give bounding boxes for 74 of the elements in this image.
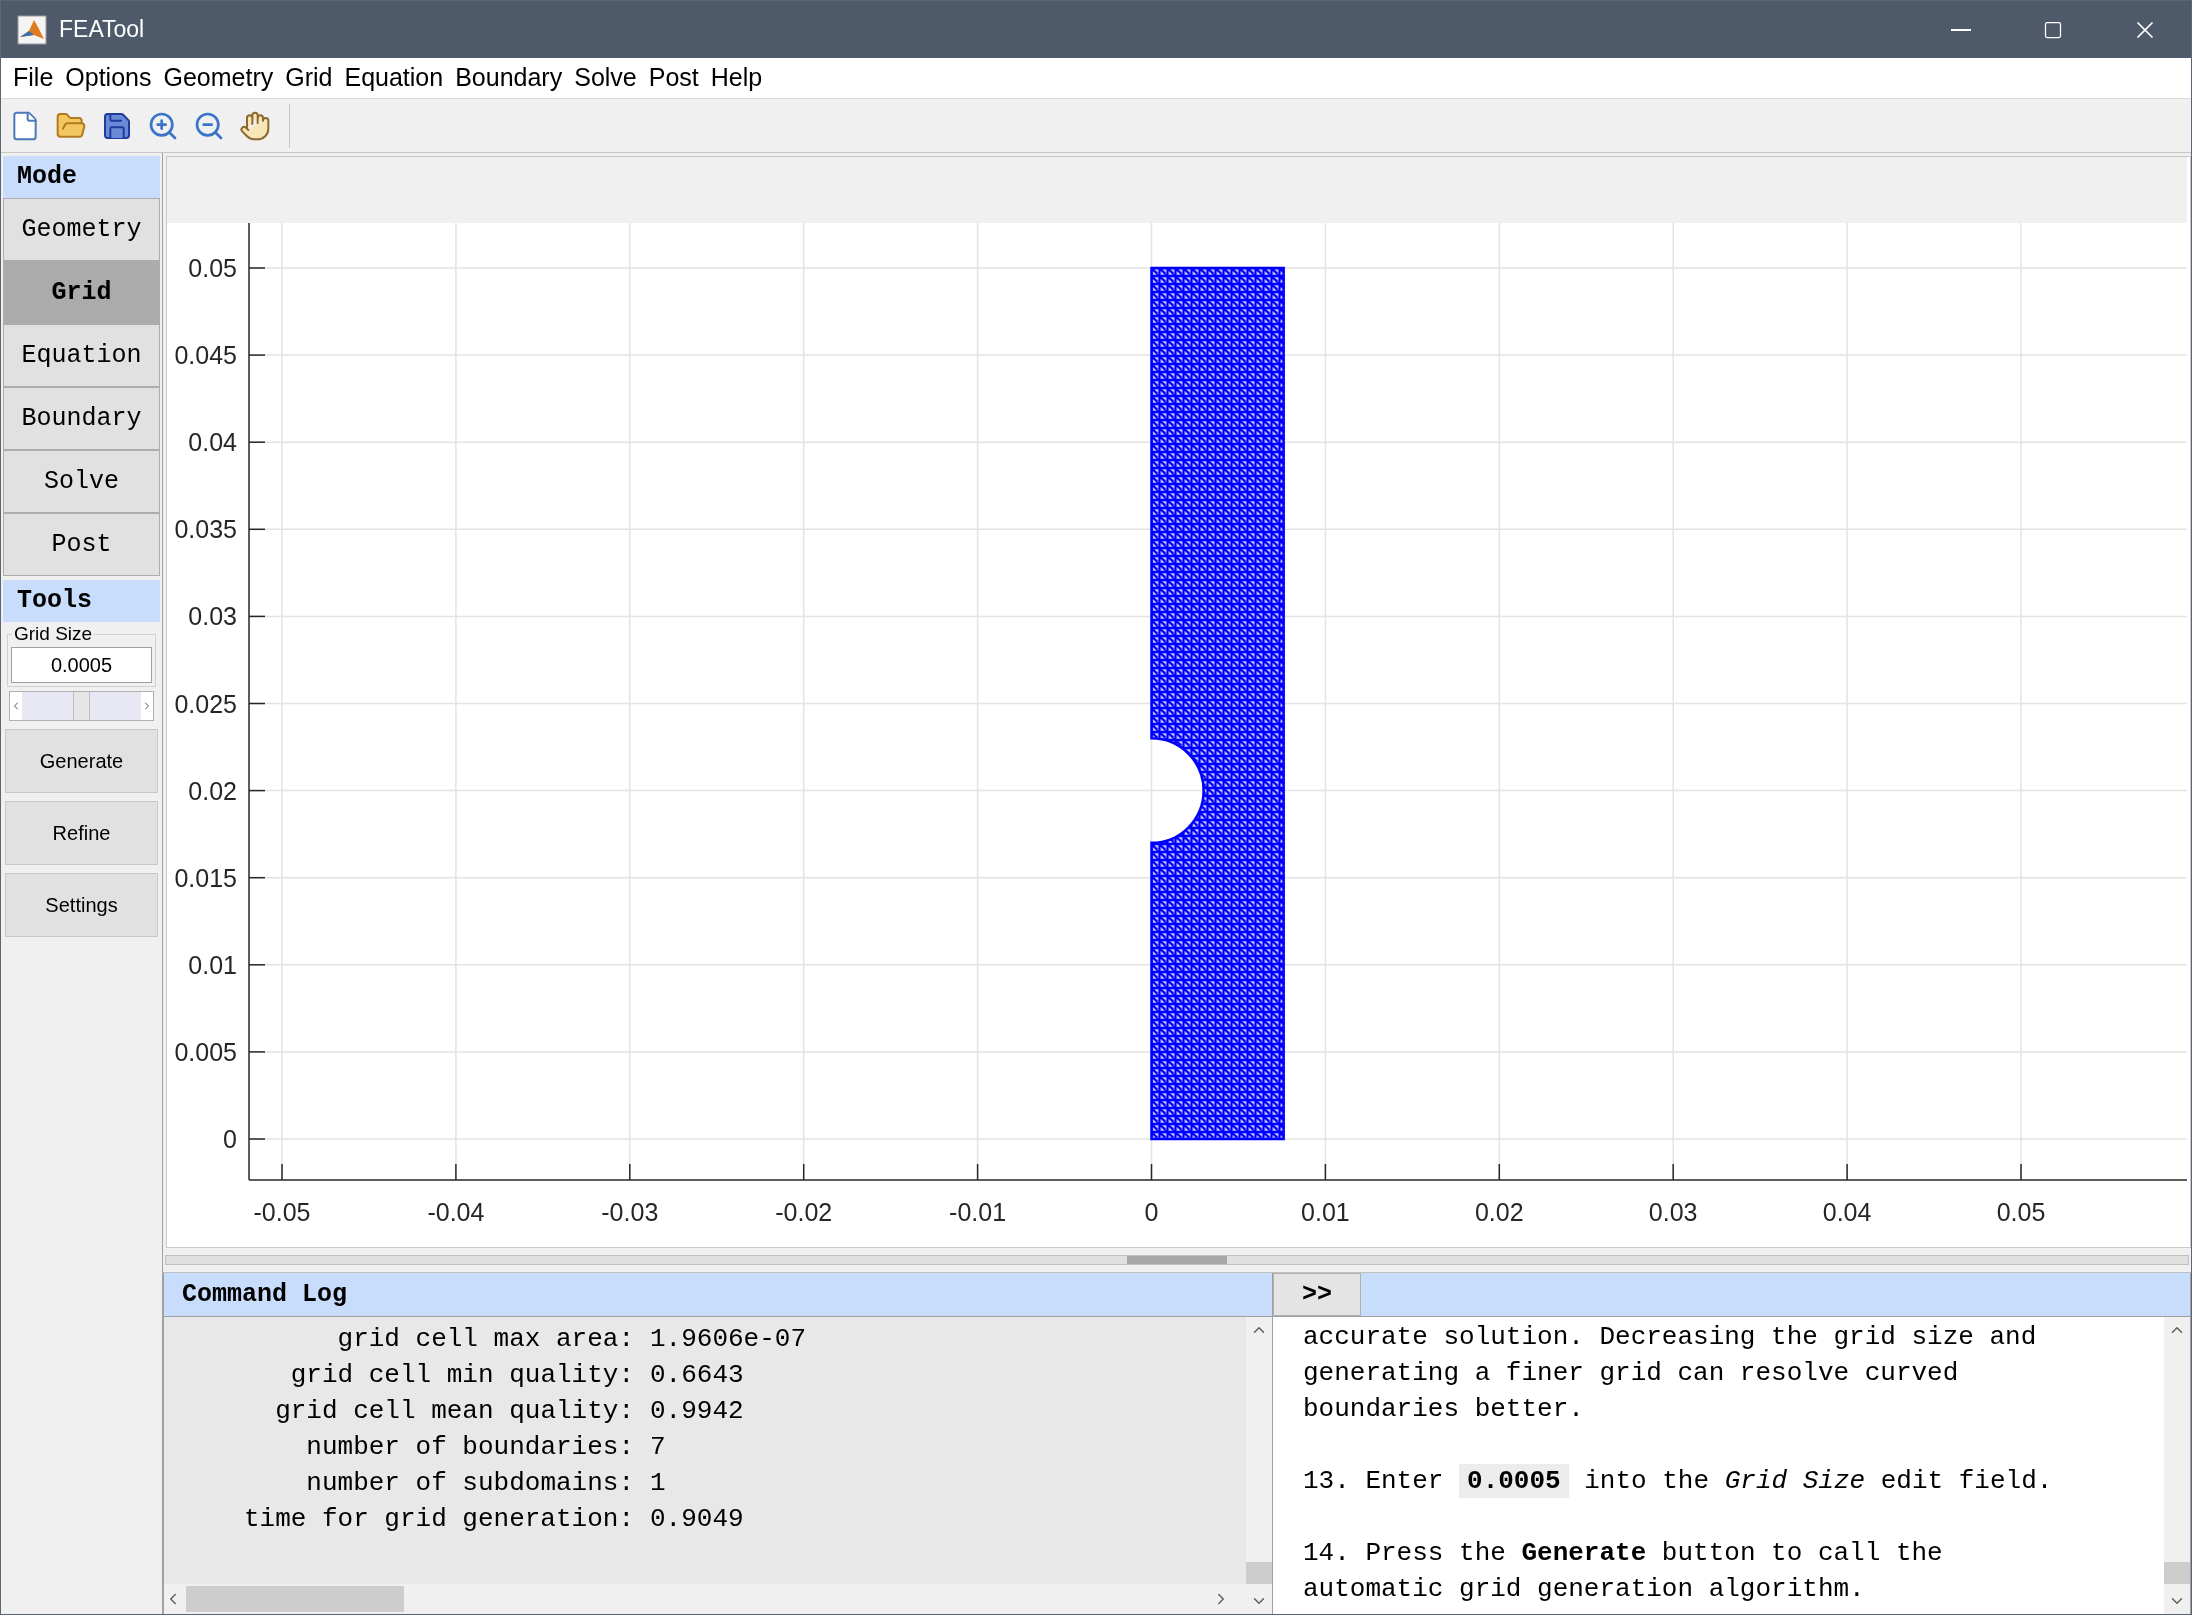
log-label: grid cell mean quality: <box>274 1395 634 1428</box>
x-tick-label: -0.01 <box>949 1198 1007 1226</box>
menu-item[interactable]: Help <box>704 59 769 97</box>
horizontal-scrollbar[interactable] <box>164 1584 1246 1614</box>
y-tick-label: 0.025 <box>174 689 237 718</box>
x-tick-label: 0 <box>1144 1198 1159 1226</box>
log-value: 7 <box>649 1431 667 1464</box>
mode-header: Mode <box>3 156 160 198</box>
menu-item[interactable]: Equation <box>338 59 450 97</box>
mode-button[interactable]: Boundary <box>3 387 160 450</box>
x-tick-label: 0.03 <box>1648 1198 1698 1226</box>
scrollbar-thumb[interactable] <box>2164 1562 2190 1584</box>
app-icon <box>17 14 47 45</box>
y-tick-label: 0.03 <box>188 602 237 631</box>
x-tick-label: -0.02 <box>775 1198 833 1226</box>
slider-thumb[interactable] <box>73 692 90 720</box>
menu-item[interactable]: Post <box>642 59 705 97</box>
vertical-scrollbar[interactable] <box>2164 1317 2190 1614</box>
log-value: 1.9606e-07 <box>649 1323 808 1356</box>
log-label: number of boundaries: <box>305 1431 634 1464</box>
x-tick-label: 0.01 <box>1301 1198 1350 1226</box>
log-label: grid cell min quality: <box>289 1359 634 1392</box>
tool-button[interactable]: Generate <box>5 729 158 793</box>
help-paragraph: 14. Press the Generate button to call the automatic grid generation algorithm. <box>1303 1537 1944 1606</box>
mode-button[interactable]: Geometry <box>3 198 160 261</box>
grid-size-field[interactable]: 0.0005 <box>11 647 152 683</box>
y-tick-label: 0.015 <box>174 863 237 892</box>
x-tick-label: 0.04 <box>1822 1198 1872 1226</box>
y-tick-label: 0.04 <box>188 428 237 457</box>
y-tick-label: 0.05 <box>188 254 237 282</box>
tool-button[interactable]: Refine <box>5 801 158 865</box>
splitter-handle[interactable] <box>1127 1256 1227 1264</box>
y-tick-label: 0.01 <box>188 950 237 979</box>
y-tick-label: 0.005 <box>174 1037 237 1066</box>
tool-button[interactable]: Settings <box>5 873 158 937</box>
log-label: number of subdomains: <box>305 1467 634 1500</box>
menu-item[interactable]: Options <box>59 59 158 97</box>
mode-button[interactable]: Equation <box>3 324 160 387</box>
tools-header: Tools <box>3 580 160 622</box>
command-log-header: Command Log <box>164 1273 1272 1317</box>
mode-button[interactable]: Grid <box>3 261 160 324</box>
x-tick-label: -0.05 <box>253 1198 311 1226</box>
window-title: FEATool <box>59 15 145 45</box>
menu-item[interactable]: Boundary <box>449 59 569 97</box>
x-tick-label: -0.04 <box>427 1198 485 1226</box>
scrollbar-thumb[interactable] <box>1246 1562 1272 1584</box>
log-label: grid cell max area: <box>336 1323 634 1356</box>
log-value: 0.9049 <box>649 1503 745 1536</box>
menu-item[interactable]: Solve <box>568 59 643 97</box>
x-tick-label: 0.05 <box>1996 1198 2046 1226</box>
splitter-bar[interactable] <box>165 1255 2189 1265</box>
menu-item[interactable]: Grid <box>279 59 339 97</box>
x-tick-label: -0.03 <box>601 1198 659 1226</box>
mode-button[interactable]: Post <box>3 513 160 576</box>
log-value: 0.9942 <box>649 1395 745 1428</box>
x-tick-label: 0.02 <box>1474 1198 1524 1226</box>
y-tick-label: 0.02 <box>188 776 237 805</box>
maximize-icon <box>2043 19 2063 40</box>
help-paragraph: 13. Enter 0.0005 into the Grid Size edit field. <box>1303 1463 2054 1499</box>
grid-size-slider[interactable] <box>9 691 154 721</box>
log-label: time for grid generation: <box>242 1503 634 1536</box>
mode-button[interactable]: Solve <box>3 450 160 513</box>
menu-item[interactable]: Geometry <box>157 59 280 97</box>
pan-hand-icon[interactable] <box>239 109 271 142</box>
y-tick-label: 0 <box>223 1125 237 1153</box>
minimize-icon <box>1951 28 1971 31</box>
expand-button[interactable]: >> <box>1273 1273 1361 1316</box>
y-tick-label: 0.035 <box>174 515 237 544</box>
y-tick-label: 0.045 <box>174 341 237 370</box>
log-value: 1 <box>649 1467 667 1500</box>
log-value: 0.6643 <box>649 1359 745 1392</box>
scrollbar-thumb[interactable] <box>186 1586 404 1612</box>
menu-item[interactable]: File <box>7 59 60 97</box>
help-paragraph: accurate solution. Decreasing the grid size and generating a finer grid can resolve curved boundaries better. <box>1303 1321 2038 1426</box>
